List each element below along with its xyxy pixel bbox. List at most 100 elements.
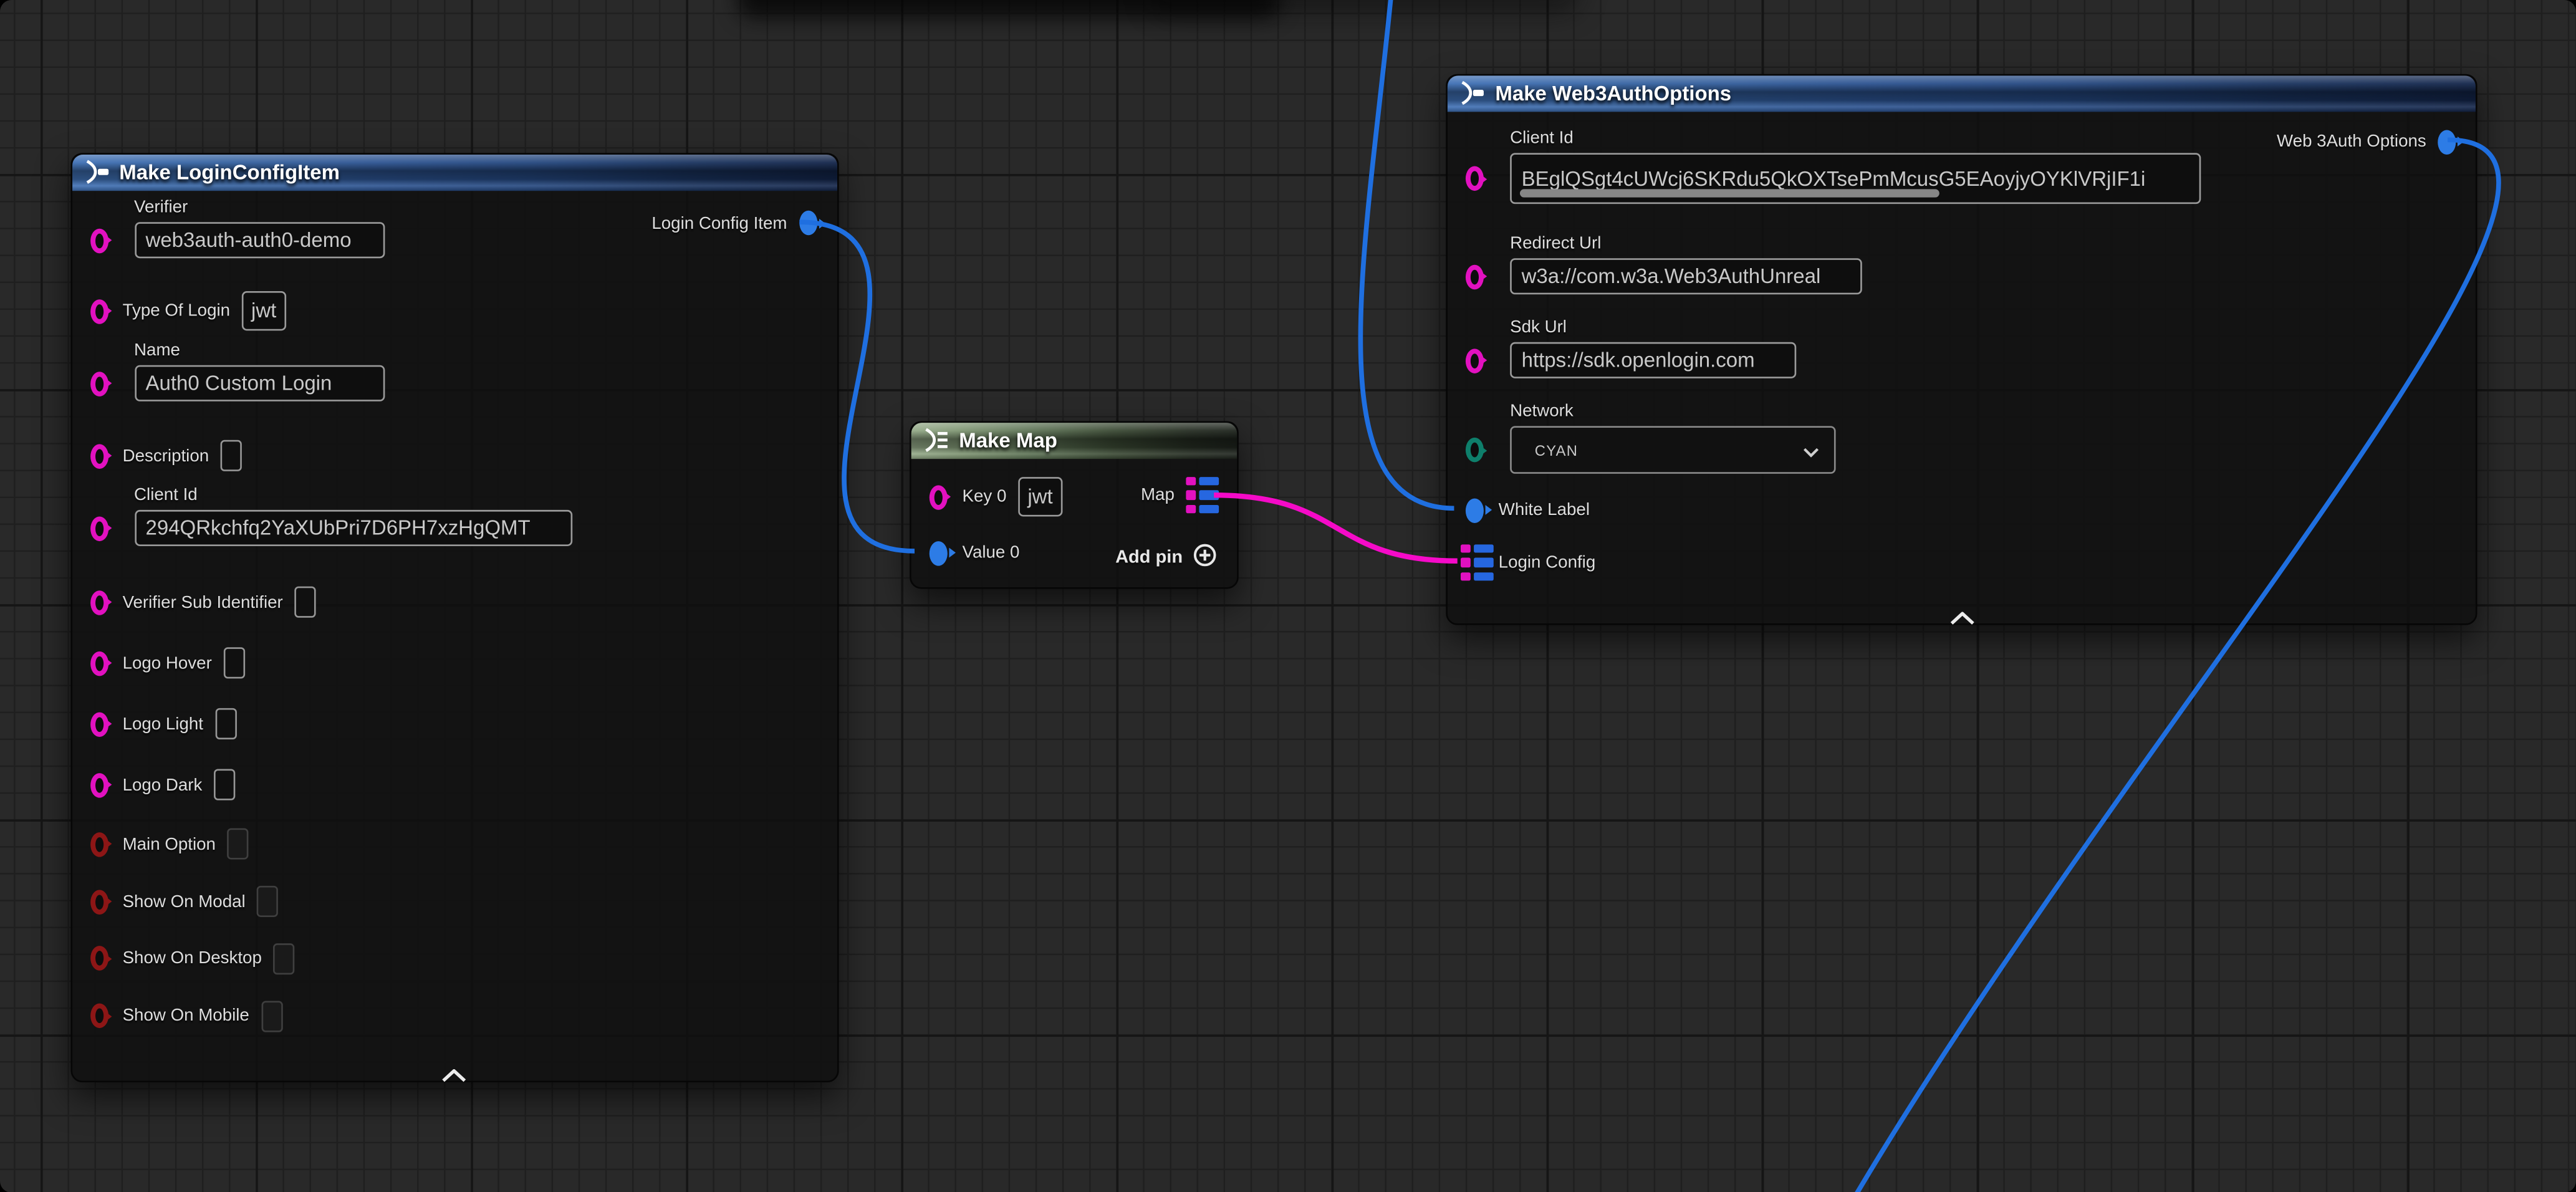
field-value: https://sdk.openlogin.com — [1522, 348, 1755, 372]
input-row: White Label — [1499, 500, 1590, 520]
pin-sdk-url[interactable] — [1466, 348, 1484, 373]
pin-label: Logo Hover — [123, 653, 212, 673]
pin-label: Redirect Url — [1510, 234, 1601, 254]
pin-label: Main Option — [123, 834, 216, 854]
field-sdk-url[interactable]: https://sdk.openlogin.com — [1510, 342, 1796, 378]
pin-client-id[interactable] — [1466, 166, 1484, 191]
field-value: BEglQSgt4cUWcj6SKRdu5QkOXTsePmMcusG5EAoy… — [1522, 167, 2146, 190]
wire-map-to-login-config[interactable] — [1214, 495, 1457, 561]
field-description[interactable] — [221, 440, 242, 471]
node-header[interactable]: Make Web3AuthOptions — [1448, 75, 2476, 111]
pin-web-3auth-options[interactable] — [2438, 129, 2456, 154]
pin-client-id[interactable] — [90, 516, 108, 541]
field-key-0[interactable]: jwt — [1018, 477, 1062, 516]
map-pin-value-cell — [1199, 476, 1219, 486]
pin-label: Network — [1510, 401, 1574, 421]
add-pin-label: Add pin — [1115, 548, 1183, 568]
collapse-chevron-icon[interactable] — [1949, 603, 1974, 616]
pin-verifier-sub-identifier[interactable] — [90, 590, 108, 615]
map-pin-value-cell — [1199, 490, 1219, 499]
field-redirect-url[interactable]: w3a://com.w3a.Web3AuthUnreal — [1510, 258, 1862, 294]
pin-label: Value 0 — [963, 543, 1020, 563]
node-make-loginconfigitem[interactable]: Make LoginConfigItemVerifierweb3auth-aut… — [70, 152, 838, 1082]
dropdown-network[interactable]: CYAN — [1510, 426, 1835, 474]
pin-white-label[interactable] — [1466, 497, 1484, 522]
node-header[interactable]: Make Map — [911, 422, 1237, 458]
map-pin-key-cell — [1461, 544, 1470, 553]
pin-type-of-login[interactable] — [90, 299, 108, 324]
pin-map[interactable] — [1186, 476, 1220, 514]
node-make-web3authoptions[interactable]: Make Web3AuthOptions Client Id BEglQSgt4cU… — [1446, 73, 2477, 624]
field-value: web3auth-auth0-demo — [146, 229, 352, 252]
field-logo-dark[interactable] — [214, 769, 235, 800]
offscreen-node-shadow — [1151, 0, 1579, 13]
field-logo-hover[interactable] — [223, 647, 244, 678]
field-value: 294QRkchfq2YaXUbPri7D6PH7xzHgQMT — [146, 516, 531, 539]
pin-label: Name — [134, 340, 180, 360]
field-verifier[interactable]: web3auth-auth0-demo — [134, 222, 384, 258]
node-title: Make LoginConfigItem — [119, 160, 340, 183]
pin-label: Map — [1141, 485, 1175, 505]
pin-redirect-url[interactable] — [1466, 264, 1484, 289]
pin-label: Type Of Login — [123, 301, 230, 321]
pin-logo-hover[interactable] — [90, 651, 108, 676]
map-pin-value-cell — [1199, 504, 1219, 514]
pin-key-0[interactable] — [930, 484, 948, 509]
pin-value-0[interactable] — [930, 541, 948, 565]
pin-label: Web 3Auth Options — [2277, 132, 2426, 151]
input-row: Key 0jwt — [963, 477, 1063, 516]
map-pin-key-cell — [1461, 572, 1470, 581]
pin-label: Client Id — [134, 485, 198, 505]
add-pin-button[interactable]: Add pin — [1115, 543, 1217, 572]
input-row: Verifier Sub Identifier — [123, 587, 316, 618]
field-logo-light[interactable] — [214, 708, 236, 739]
input-row: Value 0 — [963, 543, 1020, 563]
field-client-id[interactable]: 294QRkchfq2YaXUbPri7D6PH7xzHgQMT — [134, 510, 572, 546]
wire-offscreen-top-to-white-label[interactable] — [1360, 0, 1454, 508]
pin-login-config-item[interactable] — [799, 211, 817, 236]
map-pin-key-cell — [1461, 557, 1470, 567]
map-pin-value-cell — [1474, 572, 1494, 581]
field-name[interactable]: Auth0 Custom Login — [134, 365, 384, 401]
make-map-icon — [923, 428, 949, 453]
node-make-map[interactable]: Make Map Key 0jwt Value 0 Map Add pin — [910, 420, 1239, 588]
pin-show-on-mobile[interactable] — [90, 1003, 108, 1028]
pin-show-on-desktop[interactable] — [90, 946, 108, 971]
checkbox-main-option[interactable] — [227, 828, 248, 859]
input-row: Show On Mobile — [123, 1000, 282, 1031]
input-row: Show On Modal — [123, 886, 279, 917]
blueprint-editor: Make LoginConfigItemVerifierweb3auth-aut… — [0, 0, 2576, 1192]
node-title: Make Web3AuthOptions — [1495, 82, 1731, 105]
map-pin-value-cell — [1474, 544, 1494, 553]
field-client-id[interactable]: BEglQSgt4cUWcj6SKRdu5QkOXTsePmMcusG5EAoy… — [1510, 153, 2201, 204]
pin-label: White Label — [1499, 500, 1590, 520]
dropdown-value: CYAN — [1535, 441, 1579, 458]
checkbox-show-on-mobile[interactable] — [261, 1000, 282, 1031]
graph-canvas[interactable]: Make LoginConfigItemVerifierweb3auth-aut… — [0, 0, 2576, 1192]
node-title: Make Map — [959, 428, 1057, 451]
field-hscrollbar[interactable] — [1520, 189, 1939, 196]
pin-main-option[interactable] — [90, 832, 108, 857]
pin-login-config[interactable] — [1461, 544, 1495, 582]
input-row: Description — [123, 440, 242, 471]
checkbox-show-on-modal[interactable] — [257, 886, 278, 917]
pin-show-on-modal[interactable] — [90, 889, 108, 914]
pin-logo-light[interactable] — [90, 711, 108, 736]
pin-description[interactable] — [90, 443, 108, 468]
input-row: Logo Dark — [123, 769, 236, 800]
field-verifier-sub-identifier[interactable] — [294, 587, 315, 618]
field-type-of-login[interactable]: jwt — [242, 291, 286, 330]
pin-label: Show On Mobile — [123, 1006, 249, 1026]
input-row: Logo Hover — [123, 647, 245, 678]
pin-logo-dark[interactable] — [90, 772, 108, 797]
pin-label: Client Id — [1510, 128, 1574, 148]
pin-verifier[interactable] — [90, 228, 108, 252]
map-pin-key-cell — [1186, 504, 1195, 514]
collapse-chevron-icon[interactable] — [441, 1060, 466, 1074]
node-header[interactable]: Make LoginConfigItem — [72, 154, 837, 190]
checkbox-show-on-desktop[interactable] — [273, 943, 294, 974]
pin-name[interactable] — [90, 371, 108, 396]
pin-network[interactable] — [1466, 438, 1484, 463]
map-pin-key-cell — [1186, 476, 1195, 486]
pin-label: Logo Light — [123, 714, 203, 734]
